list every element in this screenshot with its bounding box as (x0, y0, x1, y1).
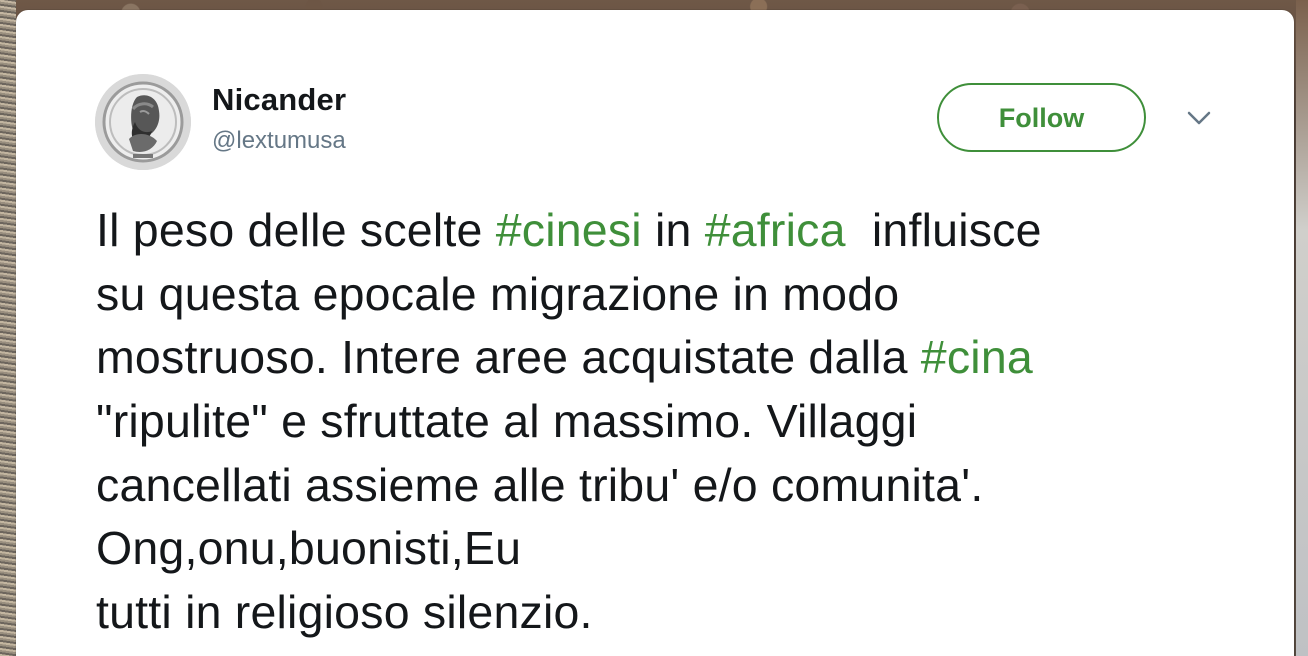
tweet-text-segment: "ripulite" e sfruttate al massimo. Villa… (96, 395, 918, 448)
tweet-line: Ong,onu,buonisti,Eu (96, 517, 1276, 581)
tweet-text-segment: Ong,onu,buonisti,Eu (96, 522, 522, 575)
tweet-line: su questa epocale migrazione in modo (96, 263, 1276, 327)
tweet-text-segment: Il peso delle scelte (96, 204, 496, 256)
background-photo-left-edge (0, 0, 16, 656)
tweet-text-segment: su questa epocale migrazione in modo (96, 267, 900, 320)
tweet-text-segment: in (641, 204, 705, 256)
tweet-card: Nicander @lextumusa Follow Il peso delle… (16, 10, 1294, 656)
tweet-line: Il peso delle scelte #cinesi in #africa … (96, 199, 1276, 263)
tweet-line: cancellati assieme alle tribu' e/o comun… (96, 454, 1276, 518)
hashtag-link[interactable]: #cina (921, 331, 1033, 383)
tweet-text: Il peso delle scelte #cinesi in #africa … (96, 199, 1276, 645)
author-handle[interactable]: @lextumusa (212, 127, 346, 155)
portrait-medallion-icon (95, 74, 191, 170)
tweet-line: mostruoso. Intere aree acquistate dalla … (96, 326, 1276, 390)
tweet-line: "ripulite" e sfruttate al massimo. Villa… (96, 390, 1276, 454)
tweet-line: tutti in religioso silenzio. (96, 581, 1276, 645)
tweet-text-segment: cancellati assieme alle tribu' e/o comun… (96, 458, 984, 511)
hashtag-link[interactable]: #cinesi (496, 204, 642, 256)
tweet-text-segment: influisce (845, 204, 1042, 256)
hashtag-link[interactable]: #africa (705, 204, 846, 256)
chevron-down-icon (1187, 111, 1211, 125)
background-photo-right-edge (1296, 0, 1308, 656)
author-name[interactable]: Nicander (212, 82, 346, 118)
more-options-button[interactable] (1178, 102, 1220, 136)
follow-button[interactable]: Follow (937, 83, 1146, 152)
avatar[interactable] (95, 74, 191, 170)
tweet-text-segment: tutti in religioso silenzio. (96, 586, 593, 639)
tweet-text-segment: mostruoso. Intere aree acquistate dalla (96, 331, 921, 384)
